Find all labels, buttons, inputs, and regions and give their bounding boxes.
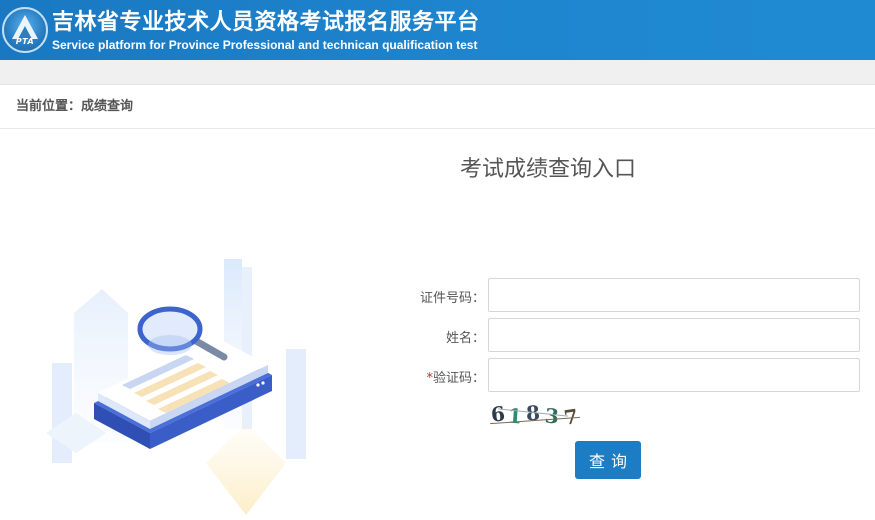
site-title: 吉林省专业技术人员资格考试报名服务平台 [52,10,480,35]
captcha-label: *验证码： [405,367,485,386]
query-button[interactable]: 查询 [575,441,641,479]
form-title: 考试成绩查询入口 [460,157,637,182]
captcha-input[interactable] [488,358,860,392]
captcha-label-text: 验证码： [432,371,485,386]
site-subtitle: Service platform for Province Profession… [52,38,478,52]
site-header: PTA 吉林省专业技术人员资格考试报名服务平台 Service platform… [0,0,875,60]
captcha-image[interactable]: 6 1 8 3 7 [488,398,588,432]
name-input[interactable] [488,318,860,352]
captcha-char: 1 [507,403,523,429]
breadcrumb: 当前位置：成绩查询 [0,85,875,129]
search-illustration [46,259,306,515]
id-number-input[interactable] [488,278,860,312]
logo-text: PTA [15,37,35,46]
id-number-label: 证件号码： [419,291,485,306]
main-panel: 当前位置：成绩查询 考试成绩查询入口 证件号码： 姓名： *验证码： 6 1 3… [0,84,875,520]
captcha-char: 3 [543,403,560,429]
name-label: 姓名： [445,331,485,346]
pta-logo-icon: PTA [2,7,48,53]
